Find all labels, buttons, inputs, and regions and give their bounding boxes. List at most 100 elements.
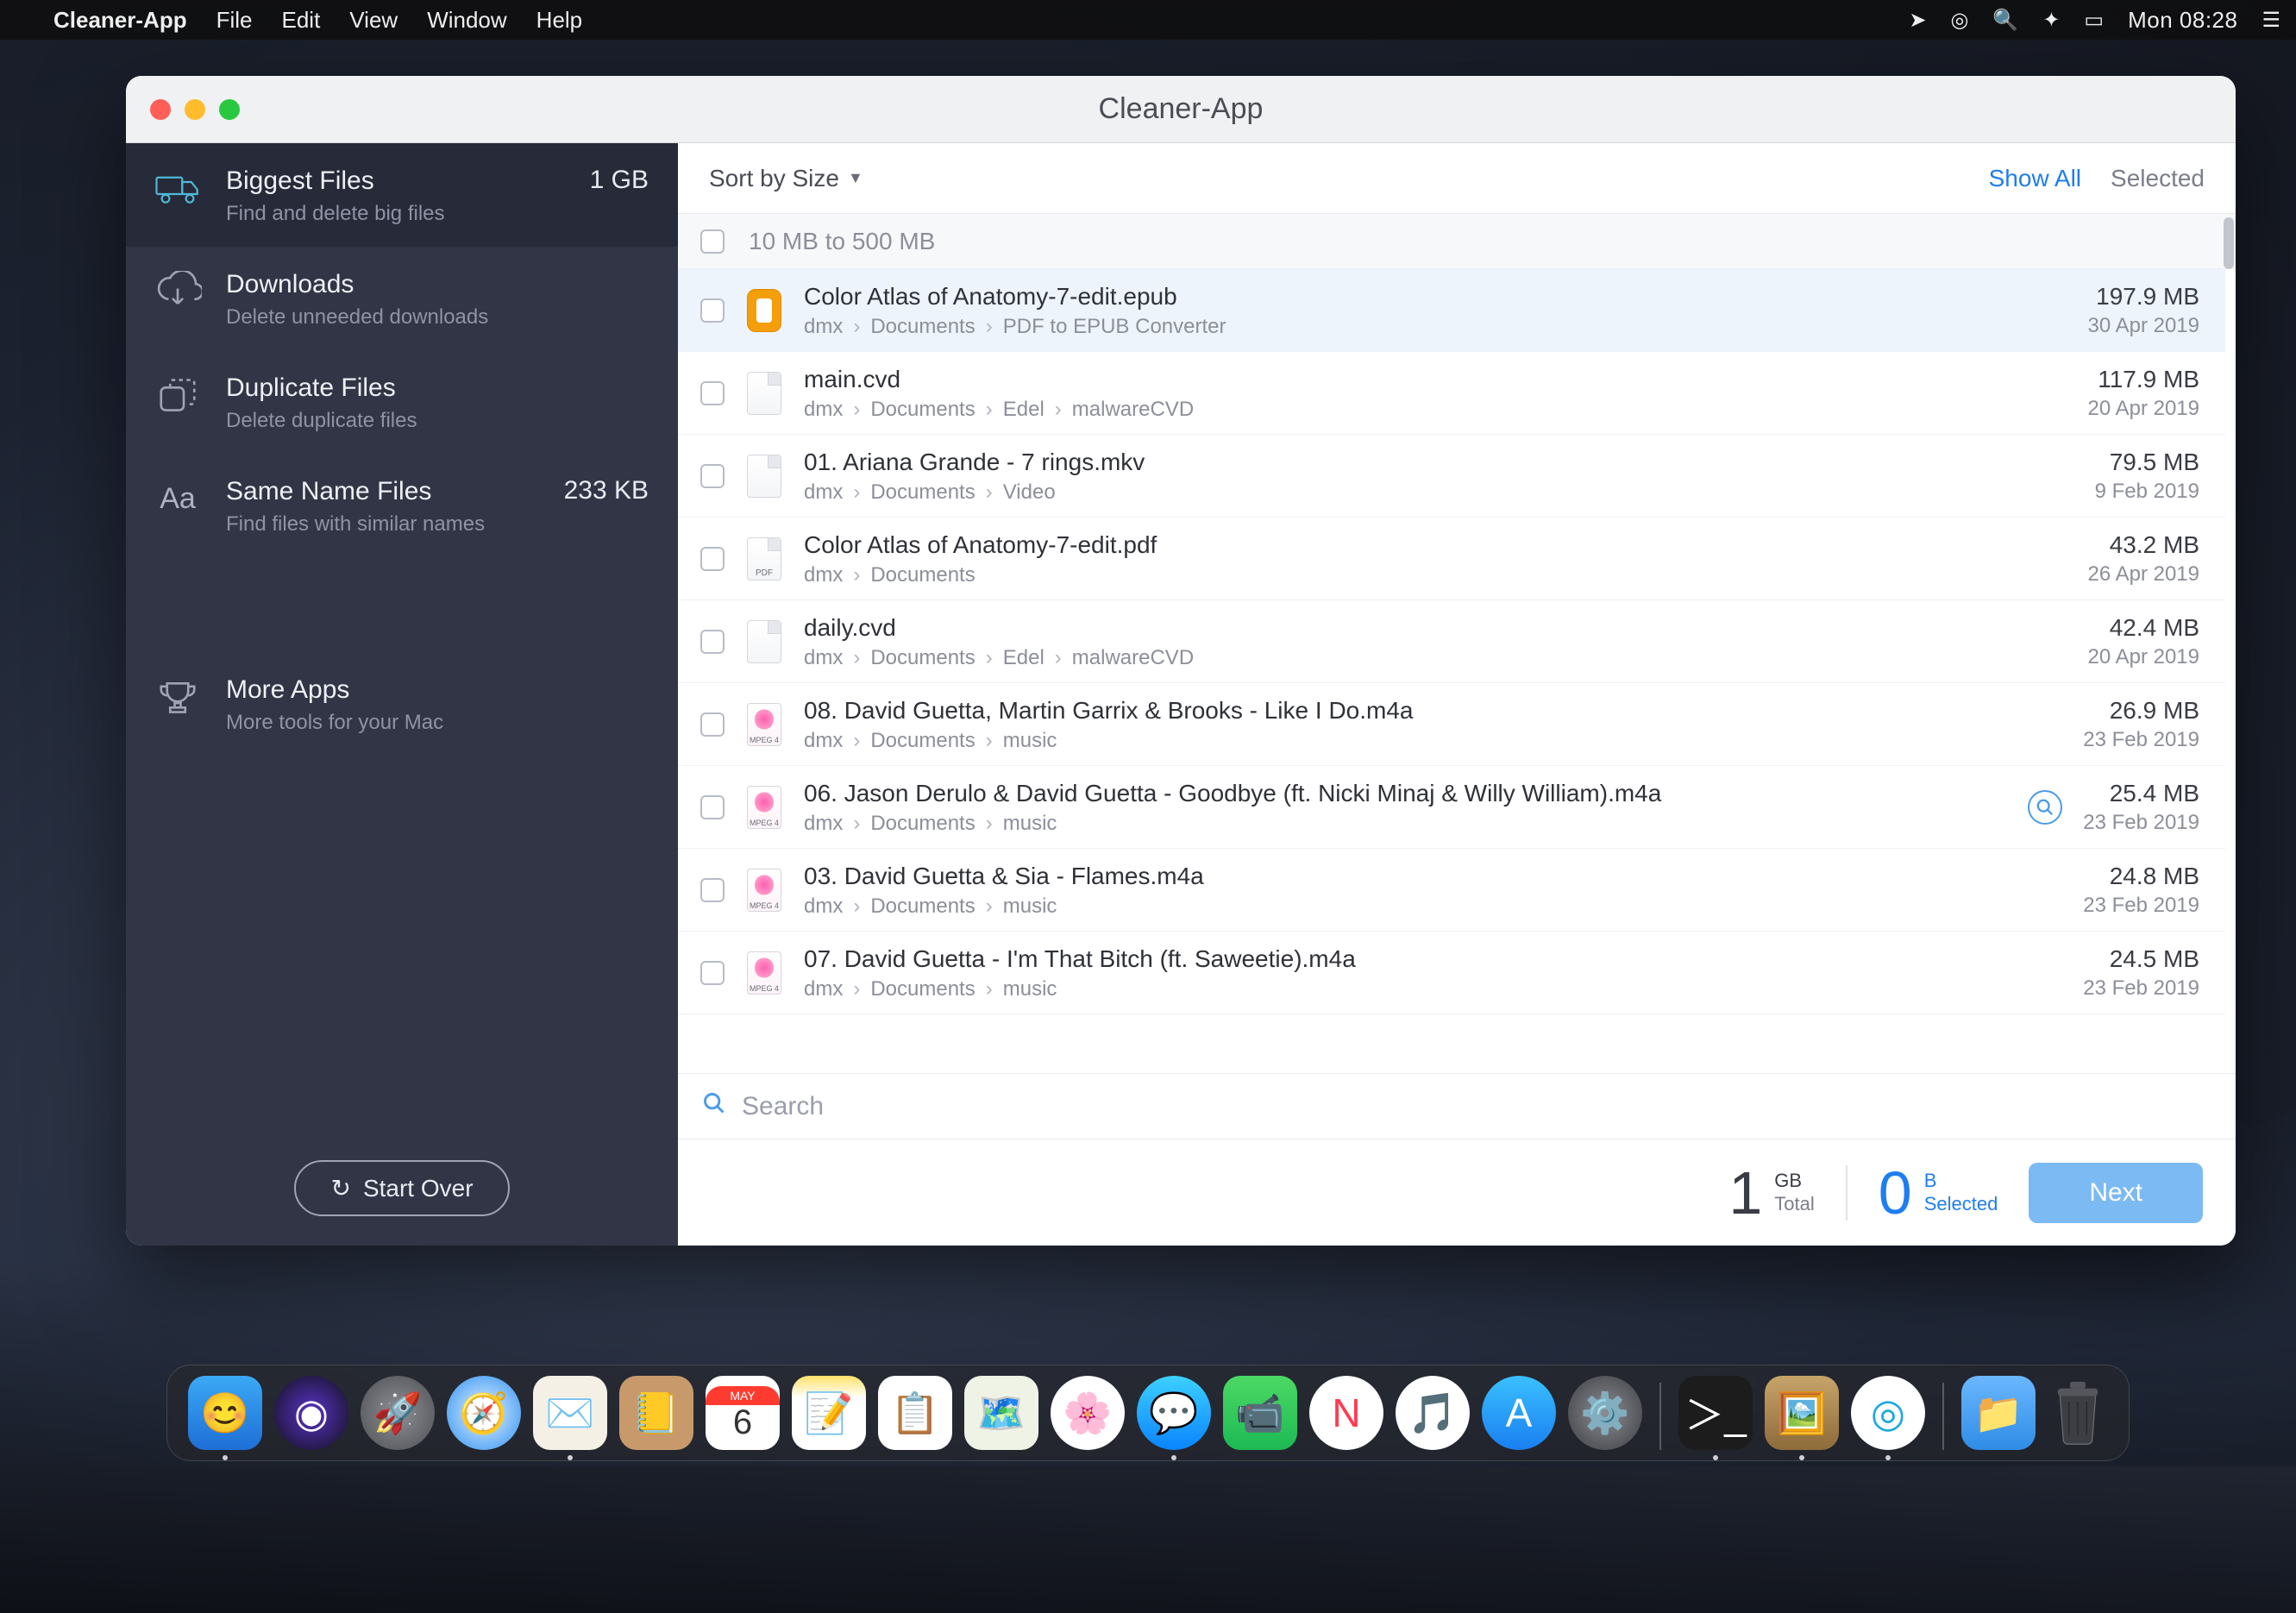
file-type-icon: MPEG 4 xyxy=(745,701,783,748)
menubar-app-name[interactable]: Cleaner-App xyxy=(53,7,187,34)
file-row[interactable]: MPEG 406. Jason Derulo & David Guetta - … xyxy=(678,766,2225,849)
file-row[interactable]: main.cvddmxDocumentsEdelmalwareCVD117.9 … xyxy=(678,352,2225,435)
file-date: 23 Feb 2019 xyxy=(2083,811,2199,835)
file-path: dmxDocumentsEdelmalwareCVD xyxy=(804,646,2067,670)
file-date: 20 Apr 2019 xyxy=(2088,397,2199,421)
dock-settings-icon[interactable]: ⚙️ xyxy=(1568,1376,1642,1450)
sort-menu[interactable]: Sort by Size ▼ xyxy=(709,165,863,192)
row-checkbox[interactable] xyxy=(700,878,725,902)
sidebar-item-duplicate-files[interactable]: Duplicate Files Delete duplicate files xyxy=(126,350,678,454)
dock-calendar-icon[interactable]: MAY6 xyxy=(706,1376,780,1450)
dock-siri-icon[interactable]: ◉ xyxy=(274,1376,348,1450)
menu-view[interactable]: View xyxy=(349,7,398,34)
dock-downloads-folder-icon[interactable]: 📁 xyxy=(1961,1376,2036,1450)
sidebar-item-downloads[interactable]: Downloads Delete unneeded downloads xyxy=(126,247,678,350)
file-size: 42.4 MB xyxy=(2088,614,2199,642)
file-type-icon: MPEG 4 xyxy=(745,950,783,996)
selected-label: Selected xyxy=(1924,1193,1998,1215)
next-button[interactable]: Next xyxy=(2029,1163,2203,1223)
status-avast-icon[interactable]: ✦ xyxy=(2042,8,2060,33)
quicklook-icon[interactable] xyxy=(2028,790,2062,825)
group-checkbox[interactable] xyxy=(700,229,725,254)
start-over-button[interactable]: ↻ Start Over xyxy=(294,1160,509,1216)
row-checkbox[interactable] xyxy=(700,464,725,488)
sidebar-item-biggest-files[interactable]: Biggest Files Find and delete big files … xyxy=(126,143,678,247)
filter-show-all[interactable]: Show All xyxy=(1989,165,2081,192)
sidebar-item-same-name-files[interactable]: Aa Same Name Files Find files with simil… xyxy=(126,454,678,557)
notification-center-icon[interactable]: ☰ xyxy=(2261,8,2280,33)
file-row[interactable]: MPEG 403. David Guetta & Sia - Flames.m4… xyxy=(678,849,2225,932)
dock-news-icon[interactable]: N xyxy=(1309,1376,1383,1450)
window-zoom-button[interactable] xyxy=(219,99,240,120)
dock-finder-icon[interactable]: 😊 xyxy=(188,1376,262,1450)
dock-messages-icon[interactable]: 💬 xyxy=(1137,1376,1211,1450)
total-stat: 1 GB Total xyxy=(1728,1163,1814,1223)
window-close-button[interactable] xyxy=(150,99,171,120)
window-titlebar: Cleaner-App xyxy=(126,76,2236,143)
dock-appstore-icon[interactable]: A xyxy=(1482,1376,1556,1450)
file-size: 43.2 MB xyxy=(2088,531,2199,559)
file-row[interactable]: MPEG 408. David Guetta, Martin Garrix & … xyxy=(678,683,2225,766)
sidebar-item-more-apps[interactable]: More Apps More tools for your Mac xyxy=(126,652,678,756)
row-checkbox[interactable] xyxy=(700,630,725,654)
file-path: dmxDocumentsVideo xyxy=(804,480,2074,505)
file-row[interactable]: Color Atlas of Anatomy-7-edit.pdfdmxDocu… xyxy=(678,518,2225,600)
menu-help[interactable]: Help xyxy=(536,7,582,34)
row-checkbox[interactable] xyxy=(700,381,725,405)
dock-facetime-icon[interactable]: 📹 xyxy=(1223,1376,1297,1450)
status-circle-icon[interactable]: ◎ xyxy=(1950,8,1968,33)
duplicate-icon xyxy=(152,373,204,417)
file-row[interactable]: daily.cvddmxDocumentsEdelmalwareCVD42.4 … xyxy=(678,600,2225,683)
file-date: 30 Apr 2019 xyxy=(2088,314,2199,338)
dock-reminders-icon[interactable]: 📋 xyxy=(878,1376,952,1450)
app-window: Cleaner-App Biggest Files Find and delet… xyxy=(126,76,2236,1246)
dock-notes-icon[interactable]: 📝 xyxy=(792,1376,866,1450)
filter-selected[interactable]: Selected xyxy=(2111,165,2205,192)
dock-photos-icon[interactable]: 🌸 xyxy=(1051,1376,1125,1450)
dock-mail-icon[interactable]: ✉️ xyxy=(533,1376,607,1450)
search-bar xyxy=(678,1073,2236,1139)
start-over-label: Start Over xyxy=(363,1175,474,1202)
dock-preview-icon[interactable]: 🖼️ xyxy=(1765,1376,1839,1450)
status-cursor-icon[interactable]: ➤ xyxy=(1909,8,1926,33)
search-icon xyxy=(702,1091,726,1122)
dock-safari-icon[interactable]: 🧭 xyxy=(447,1376,521,1450)
file-row[interactable]: MPEG 407. David Guetta - I'm That Bitch … xyxy=(678,932,2225,1014)
cloud-download-icon xyxy=(152,269,204,314)
file-row[interactable]: Color Atlas of Anatomy-7-edit.epubdmxDoc… xyxy=(678,269,2225,352)
row-checkbox[interactable] xyxy=(700,547,725,571)
trophy-icon xyxy=(152,675,204,719)
spotlight-icon[interactable]: 🔍 xyxy=(1992,8,2018,33)
dock-maps-icon[interactable]: 🗺️ xyxy=(964,1376,1038,1450)
row-checkbox[interactable] xyxy=(700,712,725,737)
dock-contacts-icon[interactable]: 📒 xyxy=(619,1376,693,1450)
dock-divider xyxy=(1942,1383,1944,1450)
sidebar-item-subtitle: Delete unneeded downloads xyxy=(226,305,649,330)
display-mirror-icon[interactable]: ▭ xyxy=(2084,8,2104,33)
menu-window[interactable]: Window xyxy=(427,7,506,34)
sidebar-item-title: More Apps xyxy=(226,675,649,706)
file-name: 01. Ariana Grande - 7 rings.mkv xyxy=(804,447,2074,477)
file-path: dmxDocumentsPDF to EPUB Converter xyxy=(804,315,2067,339)
menu-edit[interactable]: Edit xyxy=(281,7,320,34)
scrollbar-thumb[interactable] xyxy=(2224,217,2234,269)
dock-music-icon[interactable]: 🎵 xyxy=(1396,1376,1470,1450)
file-row[interactable]: 01. Ariana Grande - 7 rings.mkv dmxDocume… xyxy=(678,435,2225,518)
file-path: dmxDocumentsmusic xyxy=(804,977,2062,1001)
search-input[interactable] xyxy=(742,1092,2211,1121)
dock-trash-icon[interactable] xyxy=(2048,1376,2108,1450)
row-checkbox[interactable] xyxy=(700,298,725,323)
file-path: dmxDocumentsmusic xyxy=(804,812,2002,836)
menu-file[interactable]: File xyxy=(216,7,253,34)
dock-terminal-icon[interactable]: ＞_ xyxy=(1678,1376,1753,1450)
row-checkbox[interactable] xyxy=(700,795,725,819)
file-name: 03. David Guetta & Sia - Flames.m4a xyxy=(804,861,2062,891)
sidebar-item-meta: 233 KB xyxy=(564,476,649,505)
file-type-icon xyxy=(745,370,783,417)
dock-broadcast-icon[interactable]: ◎ xyxy=(1851,1376,1925,1450)
row-checkbox[interactable] xyxy=(700,961,725,985)
window-minimize-button[interactable] xyxy=(185,99,205,120)
menubar-clock[interactable]: Mon 08:28 xyxy=(2128,7,2237,34)
file-path: dmxDocumentsEdelmalwareCVD xyxy=(804,398,2067,422)
dock-launchpad-icon[interactable]: 🚀 xyxy=(361,1376,435,1450)
